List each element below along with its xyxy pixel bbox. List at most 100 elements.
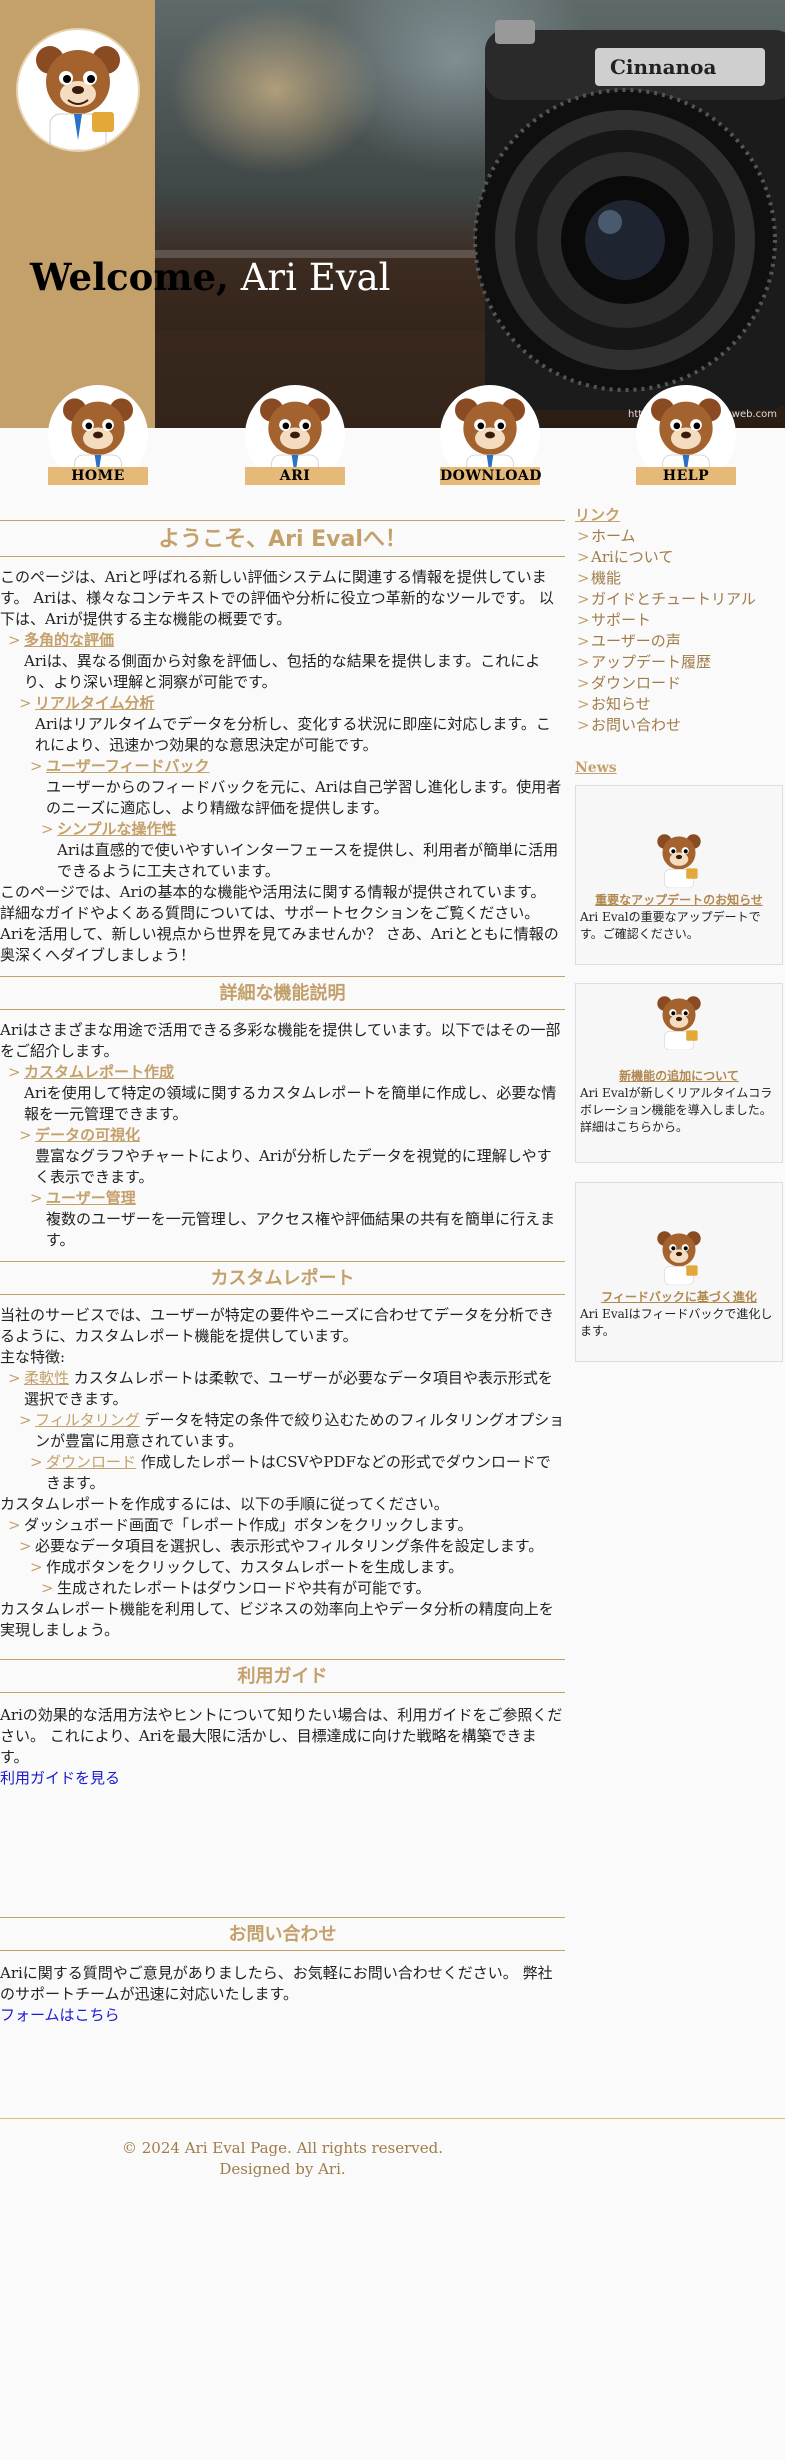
feature-item-text: 複数のユーザーを一元管理し、アクセス権や評価結果の共有を簡単に行えます。 xyxy=(46,1210,555,1249)
camera-brand-text: Cinnanoa xyxy=(610,55,716,79)
feature-item: ユーザー管理 複数のユーザーを一元管理し、アクセス権や評価結果の共有を簡単に行え… xyxy=(30,1188,565,1251)
intro-closing: このページでは、Ariの基本的な機能や活用法に関する情報が提供されています。 詳… xyxy=(0,883,559,964)
feature-item-text: Ariを使用して特定の領域に関するカスタムレポートを簡単に作成し、必要な情報を一… xyxy=(24,1084,557,1123)
intro-item-text: Ariは直感的で使いやすいインターフェースを提供し、利用者が簡単に活用できるよう… xyxy=(57,841,559,880)
sidebar-news-title: News xyxy=(575,760,617,776)
nav-ari-label[interactable]: ARI xyxy=(245,467,345,485)
intro-item: リアルタイム分析 Ariはリアルタイムでデータを分析し、変化する状況に即座に対応… xyxy=(19,693,565,882)
intro-item-link[interactable]: シンプルな操作性 xyxy=(57,820,177,838)
report-step: 必要なデータ項目を選択し、表示形式やフィルタリング条件を設定します。 作成ボタン… xyxy=(19,1536,565,1599)
footer-copyright: © 2024 Ari Eval Page. All rights reserve… xyxy=(121,2139,444,2157)
contact-form-link[interactable]: フォームはこちら xyxy=(0,2006,120,2024)
report-bullet-link[interactable]: フィルタリング xyxy=(35,1411,140,1429)
news-card[interactable]: 重要なアップデートのお知らせ Ari Evalの重要なアップデートです。ご確認く… xyxy=(575,785,783,965)
feature-item-link[interactable]: データの可視化 xyxy=(35,1126,140,1144)
intro-item: ユーザーフィードバック ユーザーからのフィードバックを元に、Ariは自己学習し進… xyxy=(30,756,565,882)
intro-item: シンプルな操作性 Ariは直感的で使いやすいインターフェースを提供し、利用者が簡… xyxy=(41,819,565,882)
features-title: 詳細な機能説明 xyxy=(0,976,565,1010)
header-banner: Cinnanoa https://www.ari.openweb.com xyxy=(0,0,785,428)
news-bear-icon xyxy=(648,1223,710,1286)
report-steps-intro: カスタムレポートを作成するには、以下の手順に従ってください。 xyxy=(0,1495,449,1513)
report-step-text: ダッシュボード画面で「レポート作成」ボタンをクリックします。 xyxy=(8,1515,565,1536)
intro-item: 多角的な評価 Ariは、異なる側面から対象を評価し、包括的な結果を提供します。こ… xyxy=(0,630,565,882)
nav-home[interactable]: HOME xyxy=(48,385,148,485)
intro-item-text: Ariは、異なる側面から対象を評価し、包括的な結果を提供します。これにより、より… xyxy=(24,652,541,691)
intro-item-link[interactable]: リアルタイム分析 xyxy=(35,694,155,712)
nav-download[interactable]: DOWNLOAD xyxy=(440,385,541,485)
report-features-label: 主な特徴: xyxy=(0,1348,66,1366)
welcome-name: Ari Eval xyxy=(240,256,391,299)
footer: © 2024 Ari Eval Page. All rights reserve… xyxy=(0,2138,565,2180)
feature-item-link[interactable]: カスタムレポート作成 xyxy=(24,1063,174,1081)
news-card[interactable]: 新機能の追加について Ari Evalが新しくリアルタイムコラボレーション機能を… xyxy=(575,983,783,1163)
intro-title: ようこそ、Ari Evalへ！ xyxy=(0,520,565,557)
nav-download-label[interactable]: DOWNLOAD xyxy=(440,467,541,485)
site-logo[interactable] xyxy=(18,30,138,150)
report-bullet-link[interactable]: ダウンロード xyxy=(46,1453,136,1471)
sidebar-link-support[interactable]: サポート xyxy=(575,610,783,631)
news-card-more[interactable]: 詳細はこちらから。 xyxy=(576,1119,782,1136)
intro-item-link[interactable]: 多角的な評価 xyxy=(24,631,114,649)
guide-title: 利用ガイド xyxy=(0,1659,565,1693)
welcome-word: Welcome, xyxy=(30,255,229,299)
news-bear-icon xyxy=(648,826,710,889)
news-card-text: Ari Evalの重要なアップデートです。ご確認ください。 xyxy=(580,910,761,941)
camera-image: Cinnanoa xyxy=(155,20,785,428)
nav-help-label[interactable]: HELP xyxy=(636,467,736,485)
sidebar-link-contact[interactable]: お問い合わせ xyxy=(575,715,783,736)
sidebar-link-download[interactable]: ダウンロード xyxy=(575,673,783,694)
intro-item-text: Ariはリアルタイムでデータを分析し、変化する状況に即座に対応します。これにより… xyxy=(35,715,551,754)
report-step-text: 必要なデータ項目を選択し、表示形式やフィルタリング条件を設定します。 xyxy=(19,1536,565,1557)
feature-item: データの可視化 豊富なグラフやチャートにより、Ariが分析したデータを視覚的に理… xyxy=(19,1125,565,1251)
guide-link[interactable]: 利用ガイドを見る xyxy=(0,1769,120,1787)
nav-ari[interactable]: ARI xyxy=(245,385,345,485)
intro-item-link[interactable]: ユーザーフィードバック xyxy=(46,757,210,775)
camera-photo: Cinnanoa https://www.ari.openweb.com xyxy=(155,0,785,428)
report-bullet: 柔軟性 カスタムレポートは柔軟で、ユーザーが必要なデータ項目や表示形式を選択でき… xyxy=(0,1368,565,1494)
news-bear-icon xyxy=(648,988,710,1051)
feature-item: カスタムレポート作成 Ariを使用して特定の領域に関するカスタムレポートを簡単に… xyxy=(0,1062,565,1251)
sidebar-link-guides[interactable]: ガイドとチュートリアル xyxy=(575,589,783,610)
sidebar-link-updates[interactable]: アップデート履歴 xyxy=(575,652,783,673)
footer-designed-by: Designed by Ari. xyxy=(219,2160,346,2178)
contact-paragraph: Ariに関する質問やご意見がありましたら、お気軽にお問い合わせください。 弊社の… xyxy=(0,1964,553,2003)
main-content: ようこそ、Ari Evalへ！ このページは、Ariと呼ばれる新しい評価システム… xyxy=(0,520,565,2026)
nav-home-label[interactable]: HOME xyxy=(48,467,148,485)
report-bullet: フィルタリング データを特定の条件で絞り込むためのフィルタリングオプションが豊富… xyxy=(19,1410,565,1494)
sidebar-links-title: リンク xyxy=(575,506,621,524)
bear-mascot-icon xyxy=(36,46,120,150)
sidebar-link-testimonials[interactable]: ユーザーの声 xyxy=(575,631,783,652)
report-closing: カスタムレポート機能を利用して、ビジネスの効率向上やデータ分析の精度向上を実現し… xyxy=(0,1600,554,1639)
report-title: カスタムレポート xyxy=(0,1261,565,1295)
news-card-title[interactable]: 新機能の追加について xyxy=(576,1068,782,1085)
footer-divider xyxy=(0,2118,785,2119)
welcome-heading: Welcome, Ari Eval xyxy=(30,255,391,299)
news-card[interactable]: フィードバックに基づく進化 Ari Evalはフィードバックで進化します。 xyxy=(575,1182,783,1362)
report-step-text: 作成ボタンをクリックして、カスタムレポートを生成します。 xyxy=(30,1557,565,1578)
features-paragraph: Ariはさまざまな用途で活用できる多彩な機能を提供しています。以下ではその一部を… xyxy=(0,1021,561,1060)
sidebar-link-home[interactable]: ホーム xyxy=(575,526,783,547)
report-paragraph: 当社のサービスでは、ユーザーが特定の要件やニーズに合わせてデータを分析できるよう… xyxy=(0,1306,554,1345)
report-bullet-text: カスタムレポートは柔軟で、ユーザーが必要なデータ項目や表示形式を選択できます。 xyxy=(24,1369,553,1408)
sidebar-link-features[interactable]: 機能 xyxy=(575,568,783,589)
report-step: 生成されたレポートはダウンロードや共有が可能です。 xyxy=(41,1578,565,1599)
nav-help[interactable]: HELP xyxy=(636,385,736,485)
report-step-text: 生成されたレポートはダウンロードや共有が可能です。 xyxy=(41,1578,565,1599)
sidebar-link-about[interactable]: Ariについて xyxy=(575,547,783,568)
sidebar: リンク ホーム Ariについて 機能 ガイドとチュートリアル サポート ユーザー… xyxy=(575,505,783,1362)
news-card-text: Ari Evalはフィードバックで進化します。 xyxy=(580,1307,773,1338)
news-card-title[interactable]: 重要なアップデートのお知らせ xyxy=(576,892,782,909)
sidebar-link-news[interactable]: お知らせ xyxy=(575,694,783,715)
feature-item-link[interactable]: ユーザー管理 xyxy=(46,1189,136,1207)
feature-item-text: 豊富なグラフやチャートにより、Ariが分析したデータを視覚的に理解しやすく表示で… xyxy=(35,1147,552,1186)
report-step: ダッシュボード画面で「レポート作成」ボタンをクリックします。 必要なデータ項目を… xyxy=(0,1515,565,1599)
intro-item-text: ユーザーからのフィードバックを元に、Ariは自己学習し進化します。使用者のニーズ… xyxy=(46,778,562,817)
news-card-title[interactable]: フィードバックに基づく進化 xyxy=(576,1289,782,1306)
intro-paragraph: このページは、Ariと呼ばれる新しい評価システムに関連する情報を提供しています。… xyxy=(0,568,554,628)
report-step: 作成ボタンをクリックして、カスタムレポートを生成します。 生成されたレポートはダ… xyxy=(30,1557,565,1599)
contact-title: お問い合わせ xyxy=(0,1917,565,1951)
guide-paragraph: Ariの効果的な活用方法やヒントについて知りたい場合は、利用ガイドをご参照くださ… xyxy=(0,1706,563,1766)
news-card-text: Ari Evalが新しくリアルタイムコラボレーション機能を導入しました。 xyxy=(580,1086,773,1117)
report-bullet: ダウンロード 作成したレポートはCSVやPDFなどの形式でダウンロードできます。 xyxy=(30,1452,565,1494)
report-bullet-link[interactable]: 柔軟性 xyxy=(24,1369,69,1387)
